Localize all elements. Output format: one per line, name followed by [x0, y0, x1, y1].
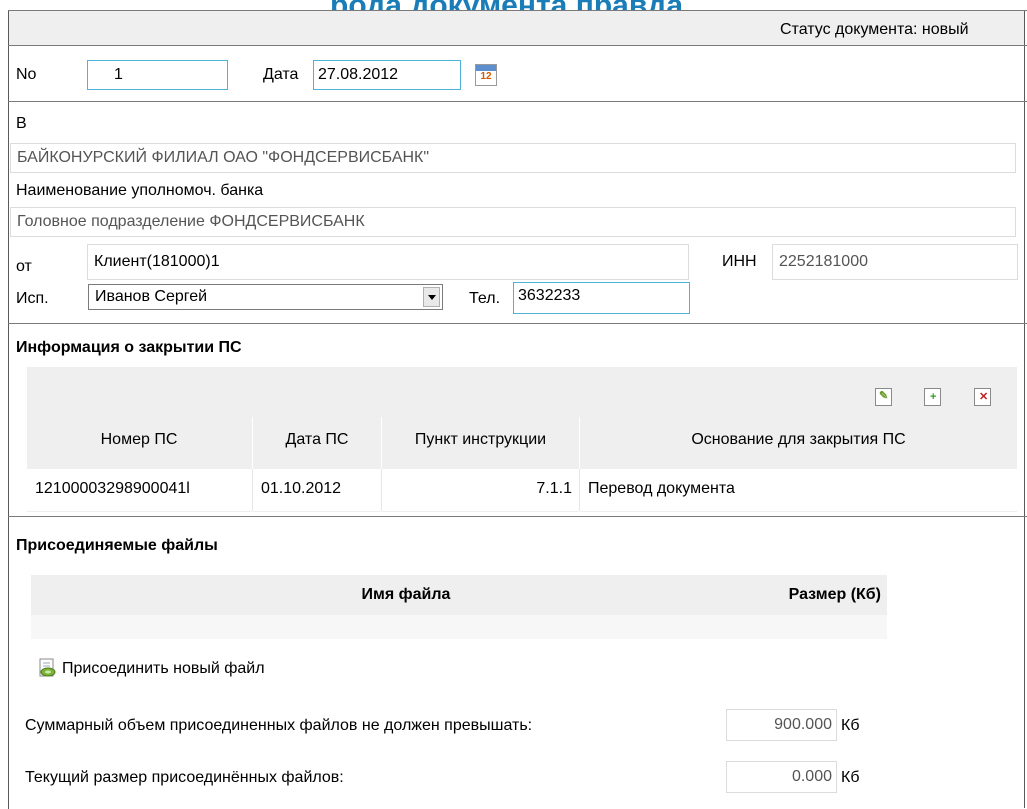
from-label: от: [16, 258, 32, 275]
recipient-bank-field: БАЙКОНУРСКИЙ ФИЛИАЛ ОАО "ФОНДСЕРВИСБАНК": [10, 143, 1016, 173]
attach-file-icon[interactable]: [38, 658, 58, 678]
files-grid-body: [31, 615, 887, 639]
ps-number-cell: 12100003298900041l: [35, 480, 190, 497]
column-header-file-size[interactable]: Размер (Кб): [721, 575, 881, 615]
phone-field[interactable]: 3632233: [513, 282, 690, 314]
closure-section-title: Информация о закрытии ПС: [16, 339, 242, 356]
current-size-label: Текущий размер присоединённых файлов:: [25, 769, 344, 786]
doc-number-label: No: [16, 66, 37, 83]
column-divider: [252, 469, 253, 511]
calendar-icon[interactable]: 12: [475, 64, 497, 86]
authorized-bank-field: Головное подразделение ФОНДСЕРВИСБАНК: [10, 207, 1016, 237]
current-size-field: 0.000: [726, 761, 837, 793]
divider: [8, 101, 1027, 102]
recipient-label: В: [16, 115, 27, 132]
phone-label: Тел.: [469, 290, 501, 307]
executor-select-value: Иванов Сергей: [95, 288, 208, 305]
column-header-closure-reason[interactable]: Основание для закрытия ПС: [580, 417, 1017, 463]
frame-right-border: [1024, 10, 1025, 808]
max-size-unit: Кб: [841, 717, 860, 734]
client-field: Клиент(181000)1: [87, 244, 689, 280]
closure-reason-cell: Перевод документа: [588, 480, 735, 497]
attach-new-file-link[interactable]: Присоединить новый файл: [62, 660, 265, 678]
date-label: Дата: [263, 66, 299, 83]
edit-icon[interactable]: ✎: [875, 388, 892, 406]
files-grid-header: Имя файла Размер (Кб): [31, 575, 887, 615]
files-section-title: Присоединяемые файлы: [16, 537, 218, 554]
authorized-bank-label: Наименование уполномоч. банка: [16, 182, 264, 199]
document-status: Статус документа: новый: [780, 21, 969, 38]
date-field[interactable]: 27.08.2012: [313, 60, 461, 90]
chevron-down-icon[interactable]: [423, 287, 440, 307]
divider: [8, 323, 1027, 324]
add-icon[interactable]: +: [924, 388, 941, 406]
inn-field: 2252181000: [772, 244, 1018, 280]
divider: [8, 516, 1027, 517]
current-size-unit: Кб: [841, 769, 860, 786]
inn-label: ИНН: [722, 253, 757, 270]
max-size-field: 900.000: [726, 709, 837, 741]
doc-number-field[interactable]: 1: [87, 60, 228, 90]
executor-select[interactable]: Иванов Сергей: [88, 284, 443, 310]
column-divider: [579, 469, 580, 511]
column-header-file-name[interactable]: Имя файла: [31, 575, 781, 615]
max-size-label: Суммарный объем присоединенных файлов не…: [25, 717, 533, 734]
executor-label: Исп.: [16, 290, 49, 307]
divider: [8, 45, 1027, 46]
ps-date-cell: 01.10.2012: [261, 480, 342, 497]
instruction-item-cell: 7.1.1: [536, 480, 572, 497]
column-header-ps-date[interactable]: Дата ПС: [253, 417, 381, 463]
table-row[interactable]: 12100003298900041l 01.10.2012 7.1.1 Пере…: [27, 469, 1017, 511]
column-divider: [381, 469, 382, 511]
column-header-ps-number[interactable]: Номер ПС: [27, 417, 251, 463]
column-header-instruction-item[interactable]: Пункт инструкции: [382, 417, 579, 463]
delete-icon[interactable]: ✕: [974, 388, 991, 406]
